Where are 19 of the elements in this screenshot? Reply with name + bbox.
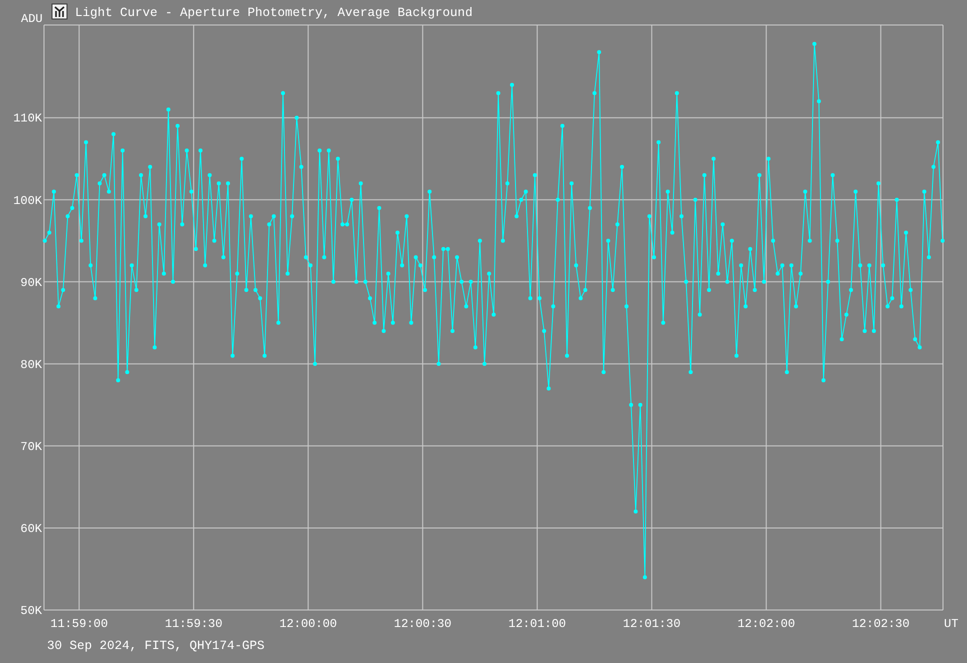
tick-label: 60K	[20, 522, 42, 536]
tick-label: 50K	[20, 604, 42, 618]
footer-caption: 30 Sep 2024, FITS, QHY174-GPS	[47, 639, 265, 653]
axis-label: UT	[944, 617, 958, 631]
tick-label: 110K	[13, 112, 42, 126]
tick-label: 70K	[20, 440, 42, 454]
axis-label: ADU	[21, 12, 43, 26]
tick-label: 100K	[13, 194, 42, 208]
tick-label: 12:01:00	[508, 617, 566, 631]
tick-label: 11:59:00	[50, 617, 108, 631]
tick-label: 11:59:30	[164, 617, 222, 631]
tick-label: 12:01:30	[622, 617, 681, 631]
tick-label: 90K	[20, 276, 42, 290]
tick-label: 12:02:30	[852, 617, 910, 631]
window-title: Light Curve - Aperture Photometry, Average Background	[75, 6, 473, 20]
tick-label: 80K	[20, 358, 42, 372]
tick-label: 12:02:00	[737, 617, 796, 631]
tick-label: 12:00:30	[394, 617, 452, 631]
tick-label: 12:00:00	[279, 617, 337, 631]
